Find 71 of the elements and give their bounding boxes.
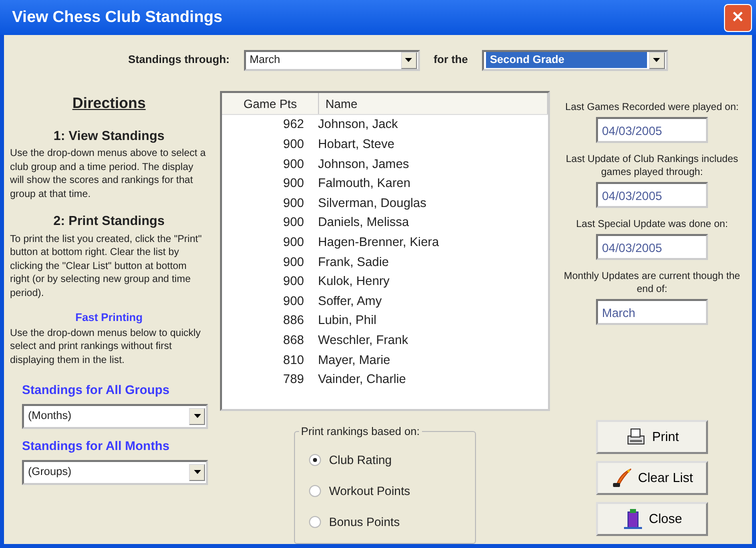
door-icon bbox=[622, 508, 644, 530]
date-field: 04/03/2005 bbox=[596, 234, 708, 260]
column-header[interactable]: Game Pts bbox=[222, 93, 320, 114]
caret-icon bbox=[648, 52, 665, 68]
instructions-text: To print the list you created, click the "Print" button at bottom right. Clear the list by clicking the "Clear List" button at bottom right (or by selecting new group and time period). bbox=[10, 232, 203, 300]
quill-icon bbox=[611, 467, 634, 489]
instructions-text: Use the drop-down menus below to quickly select and print rankings without first displaying them in the list. bbox=[10, 326, 202, 367]
close-button[interactable]: Close bbox=[596, 502, 708, 536]
table-cell-text: 900 bbox=[282, 292, 305, 310]
radio-button[interactable] bbox=[309, 516, 321, 528]
print-button[interactable]: Print bbox=[596, 420, 708, 454]
instructions-text: Use the drop-down menus above to select a club group and a time period. The display will show the scores and rankings for that group at that time. bbox=[10, 147, 207, 201]
window-title: View Chess Club Standings bbox=[12, 8, 222, 28]
table-cell-text: Vainder, Charlie bbox=[317, 371, 406, 388]
table-cell-text: Hobart, Steve bbox=[317, 136, 394, 154]
table-cell-text: 886 bbox=[282, 312, 305, 330]
table-cell-text: 868 bbox=[282, 332, 305, 349]
table-cell-text: Johnson, James bbox=[317, 156, 410, 173]
dropdown-label: Standings for All Months bbox=[22, 438, 170, 455]
table-cell-text: 900 bbox=[282, 156, 305, 173]
table-cell-text: Silverman, Douglas bbox=[317, 194, 426, 212]
dropdown[interactable]: (Months) bbox=[22, 404, 208, 429]
field-label: Monthly Updates are current though the end of: bbox=[562, 270, 742, 296]
table-cell-text: 962 bbox=[282, 116, 305, 134]
section-heading: 1: View Standings bbox=[52, 126, 166, 145]
field-label: Last Games Recorded were played on: bbox=[564, 101, 740, 114]
table-cell-text: 900 bbox=[282, 136, 305, 154]
table-cell-text: 900 bbox=[282, 254, 305, 271]
radio-option[interactable]: Bonus Points bbox=[309, 506, 461, 537]
column-header[interactable]: Name bbox=[319, 93, 548, 114]
table-cell-text: 900 bbox=[282, 273, 305, 290]
caret-icon bbox=[400, 52, 417, 68]
caret-icon bbox=[189, 464, 205, 480]
dropdown[interactable]: (Groups) bbox=[22, 460, 208, 484]
field-label: Last Update of Club Rankings includes games played through: bbox=[564, 153, 740, 179]
section-heading: Fast Printing bbox=[74, 311, 144, 326]
clear-button[interactable]: Clear List bbox=[596, 461, 708, 495]
date-field: March bbox=[596, 299, 708, 325]
table-cell-text: Falmouth, Karen bbox=[317, 175, 410, 192]
table-cell-text: Daniels, Melissa bbox=[317, 214, 410, 232]
date-field: 04/03/2005 bbox=[596, 182, 708, 208]
table-cell-text: Soffer, Amy bbox=[317, 292, 382, 310]
table-cell-text: 900 bbox=[282, 194, 305, 212]
table-cell-text: 900 bbox=[282, 234, 305, 251]
radio-option[interactable]: Workout Points bbox=[309, 475, 461, 506]
table-cell-text: 789 bbox=[282, 371, 305, 388]
radio-option[interactable]: Club Rating bbox=[309, 444, 461, 475]
table-cell-text: Weschler, Frank bbox=[317, 332, 408, 349]
radio-button[interactable] bbox=[309, 454, 321, 466]
table-cell-text: Lubin, Phil bbox=[317, 312, 376, 330]
table-cell-text: Frank, Sadie bbox=[317, 254, 389, 271]
dropdown[interactable]: Second Grade bbox=[482, 50, 668, 70]
group-label: Print rankings based on: bbox=[299, 424, 422, 440]
field-label: Last Special Update was done on: bbox=[575, 218, 729, 231]
table-cell-text: 900 bbox=[282, 175, 305, 192]
section-heading: 2: Print Standings bbox=[52, 212, 166, 230]
table-cell-text: Kulok, Henry bbox=[317, 273, 390, 290]
filter-label: for the bbox=[434, 52, 468, 68]
filter-label: Standings through: bbox=[128, 52, 230, 68]
date-field: 04/03/2005 bbox=[596, 117, 708, 143]
dropdown-label: Standings for All Groups bbox=[22, 382, 170, 399]
table-cell-text: Mayer, Marie bbox=[317, 352, 390, 369]
caret-icon bbox=[189, 408, 205, 425]
table-cell-text: Hagen-Brenner, Kiera bbox=[317, 234, 439, 251]
table-cell-text: Johnson, Jack bbox=[317, 116, 398, 134]
close-button[interactable]: ✕ bbox=[724, 4, 752, 32]
table-cell-text: 810 bbox=[282, 352, 305, 369]
dropdown[interactable]: March bbox=[244, 50, 420, 70]
table-cell-text: 900 bbox=[282, 214, 305, 232]
radio-button[interactable] bbox=[309, 484, 321, 496]
directions-title: Directions bbox=[71, 94, 147, 114]
